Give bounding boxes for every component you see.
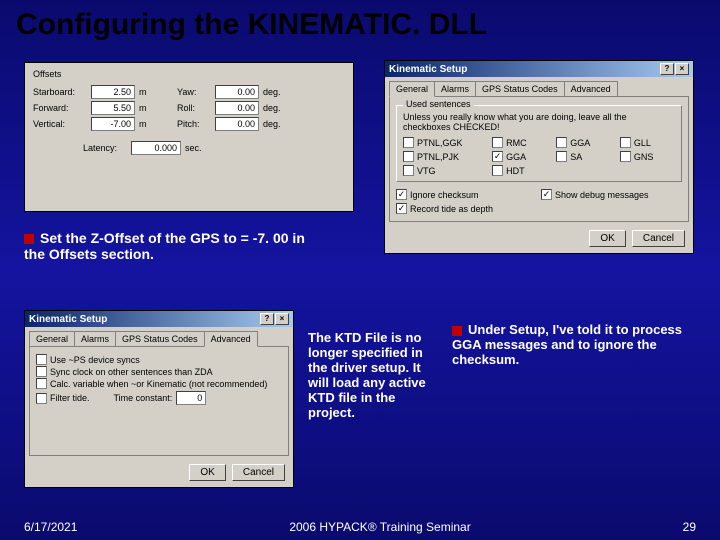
vertical-input[interactable] (91, 117, 135, 131)
cb-rmc[interactable]: RMC (492, 137, 548, 148)
footer-center: 2006 HYPACK® Training Seminar (289, 520, 470, 534)
titlebar-2: Kinematic Setup ? × (25, 311, 293, 327)
cb-sync-label: Sync clock on other sentences than ZDA (50, 367, 213, 377)
help-icon[interactable]: ? (660, 63, 674, 75)
yaw-input[interactable] (215, 85, 259, 99)
tab-advanced-2[interactable]: Advanced (204, 331, 258, 347)
yaw-label: Yaw: (177, 87, 211, 97)
close-icon[interactable]: × (675, 63, 689, 75)
cb-rmc-label: RMC (506, 138, 527, 148)
cb-pps-label: Use ~PS device syncs (50, 355, 140, 365)
starboard-label: Starboard: (33, 87, 87, 97)
cb-gll-label: GLL (634, 138, 651, 148)
forward-label: Forward: (33, 103, 87, 113)
hint-text: Unless you really know what you are doin… (403, 112, 675, 132)
tab-general-1[interactable]: General (389, 81, 435, 97)
tab-gps-1[interactable]: GPS Status Codes (475, 81, 565, 96)
offsets-panel: Offsets Starboard: m Yaw: deg. Forward: … (24, 62, 354, 212)
cb-calc-label: Calc. variable when ~or Kinematic (not r… (50, 379, 267, 389)
cancel-button-2[interactable]: Cancel (232, 464, 285, 481)
cb-gga1[interactable]: GGA (556, 137, 612, 148)
cb-sa[interactable]: SA (556, 151, 612, 162)
caption-setup: Under Setup, I've told it to process GGA… (452, 322, 692, 367)
pitch-unit: deg. (263, 119, 281, 129)
pitch-input[interactable] (215, 117, 259, 131)
cb-gns[interactable]: GNS (620, 151, 675, 162)
footer-date: 6/17/2021 (24, 520, 77, 534)
starboard-input[interactable] (91, 85, 135, 99)
tab-gps-2[interactable]: GPS Status Codes (115, 331, 205, 346)
tab-alarms-2[interactable]: Alarms (74, 331, 116, 346)
titlebar-1-text: Kinematic Setup (389, 64, 467, 75)
close-icon-2[interactable]: × (275, 313, 289, 325)
forward-unit: m (139, 103, 153, 113)
starboard-unit: m (139, 87, 153, 97)
kinematic-setup-dialog-2: Kinematic Setup ? × General Alarms GPS S… (24, 310, 294, 488)
cb-record-tide[interactable]: ✓Record tide as depth (396, 203, 682, 214)
cb-debug-label: Show debug messages (555, 190, 649, 200)
cb-ptnlggk-label: PTNL,GGK (417, 138, 463, 148)
vertical-label: Vertical: (33, 119, 87, 129)
cb-hdt-label: HDT (506, 166, 525, 176)
roll-input[interactable] (215, 101, 259, 115)
pitch-label: Pitch: (177, 119, 211, 129)
cb-gga2-label: GGA (506, 152, 526, 162)
roll-unit: deg. (263, 103, 281, 113)
cb-hdt[interactable]: HDT (492, 165, 548, 176)
cb-sync-zda[interactable]: Sync clock on other sentences than ZDA (36, 366, 282, 377)
yaw-unit: deg. (263, 87, 281, 97)
cb-gga2[interactable]: ✓GGA (492, 151, 548, 162)
cb-filter-tide[interactable]: Filter tide. (36, 393, 90, 404)
roll-label: Roll: (177, 103, 211, 113)
caption-ktd: The KTD File is no longer specified in t… (308, 330, 438, 420)
latency-input[interactable] (131, 141, 181, 155)
offsets-heading: Offsets (33, 69, 345, 79)
time-constant-input[interactable] (176, 391, 206, 405)
bullet-icon (24, 234, 34, 244)
footer-page: 29 (683, 520, 696, 534)
cb-gll[interactable]: GLL (620, 137, 675, 148)
forward-input[interactable] (91, 101, 135, 115)
cb-show-debug[interactable]: ✓Show debug messages (541, 189, 682, 200)
slide-footer: 6/17/2021 2006 HYPACK® Training Seminar … (0, 520, 720, 534)
time-constant-label: Time constant: (114, 393, 173, 403)
cancel-button-1[interactable]: Cancel (632, 230, 685, 247)
titlebar-1: Kinematic Setup ? × (385, 61, 693, 77)
tab-advanced-1[interactable]: Advanced (564, 81, 618, 96)
cb-filter-label: Filter tide. (50, 393, 90, 403)
ok-button-2[interactable]: OK (189, 464, 225, 481)
sentence-grid: PTNL,GGK RMC GGA GLL PTNL,PJK ✓GGA SA GN… (403, 136, 675, 177)
cb-calc-var[interactable]: Calc. variable when ~or Kinematic (not r… (36, 378, 282, 389)
cb-vtg[interactable]: VTG (403, 165, 484, 176)
cb-gns-label: GNS (634, 152, 654, 162)
cb-ptnlpjk-label: PTNL,PJK (417, 152, 459, 162)
used-sentences-legend: Used sentences (403, 99, 474, 109)
cb-ignore-label: Ignore checksum (410, 190, 479, 200)
caption-zoffset: Set the Z-Offset of the GPS to = -7. 00 … (24, 230, 324, 262)
cb-pps[interactable]: Use ~PS device syncs (36, 354, 282, 365)
tab-alarms-1[interactable]: Alarms (434, 81, 476, 96)
titlebar-2-text: Kinematic Setup (29, 314, 107, 325)
cb-ignore-checksum[interactable]: ✓Ignore checksum (396, 189, 537, 200)
bullet-icon-2 (452, 326, 462, 336)
kinematic-setup-dialog-1: Kinematic Setup ? × General Alarms GPS S… (384, 60, 694, 254)
latency-label: Latency: (83, 143, 127, 153)
cb-ptnlggk[interactable]: PTNL,GGK (403, 137, 484, 148)
cb-ptnlpjk[interactable]: PTNL,PJK (403, 151, 484, 162)
help-icon-2[interactable]: ? (260, 313, 274, 325)
vertical-unit: m (139, 119, 153, 129)
cb-sa-label: SA (570, 152, 582, 162)
cb-vtg-label: VTG (417, 166, 436, 176)
slide-title: Configuring the KINEMATIC. DLL (0, 0, 720, 46)
ok-button-1[interactable]: OK (589, 230, 625, 247)
tab-general-2[interactable]: General (29, 331, 75, 346)
cb-record-label: Record tide as depth (410, 204, 493, 214)
latency-unit: sec. (185, 143, 202, 153)
cb-gga1-label: GGA (570, 138, 590, 148)
